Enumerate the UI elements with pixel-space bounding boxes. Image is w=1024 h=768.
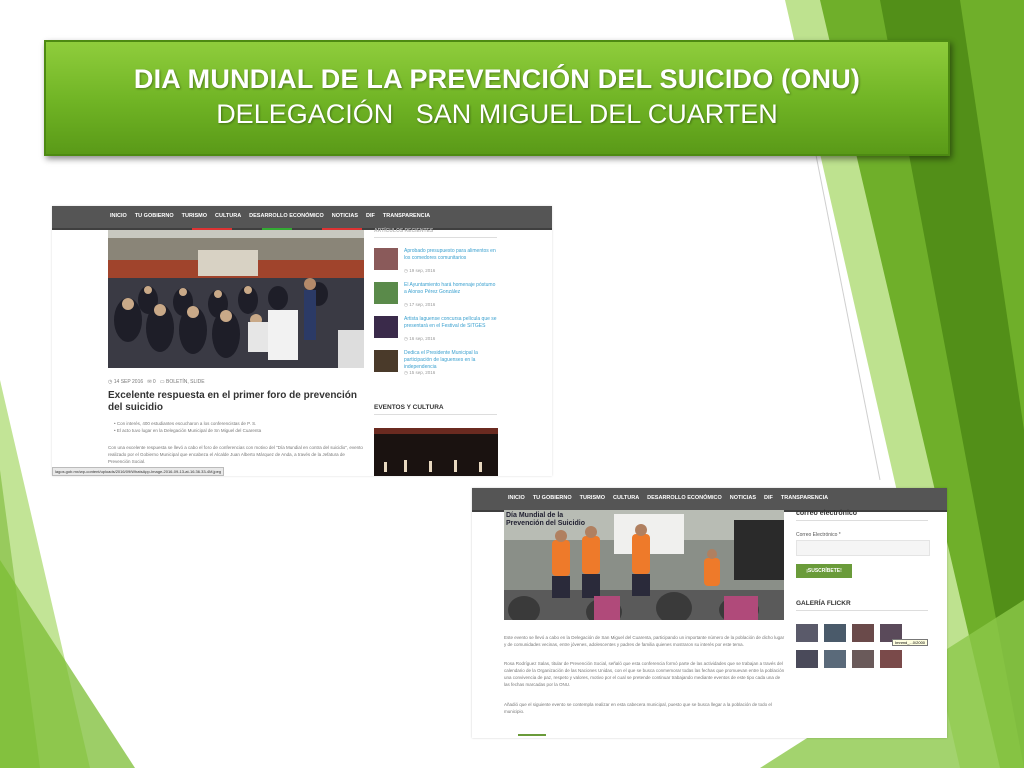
slide-subtitle: DELEGACIÓN SAN MIGUEL DEL CUARTEN xyxy=(216,99,778,129)
recent-article-date: ◷ 17 sep, 2016 xyxy=(404,302,436,307)
slide-title: DIA MUNDIAL DE LA PREVENCIÓN DEL SUICIDO… xyxy=(133,64,861,94)
recent-article-link[interactable]: Artista laguense concursa película que s… xyxy=(404,316,499,330)
flickr-thumbnail[interactable] xyxy=(880,650,902,668)
email-field[interactable] xyxy=(796,540,930,556)
tooltip: Imnmd_...0/2000 xyxy=(892,639,929,646)
article-thumbnail xyxy=(374,316,398,338)
nav-inicio[interactable]: INICIO xyxy=(508,495,525,501)
recent-article-date: ◷ 15 sep, 2016 xyxy=(404,370,436,375)
nav-noticias[interactable]: NOTICIAS xyxy=(730,495,756,501)
article-thumbnail xyxy=(374,282,398,304)
nav-turismo[interactable]: TURISMO xyxy=(182,213,207,219)
article-date: 14 SEP 2016 xyxy=(113,379,144,385)
nav-dif[interactable]: DIF xyxy=(764,495,773,501)
nav-tu-gobierno[interactable]: TU GOBIERNO xyxy=(135,213,174,219)
article-bullets: • Con interés, 400 estudiantes escucharo… xyxy=(114,420,364,434)
email-label: Correo Electrónico * xyxy=(796,532,841,538)
article-thumbnail xyxy=(374,350,398,372)
nav-inicio[interactable]: INICIO xyxy=(110,213,127,219)
article-thumbnail xyxy=(374,248,398,270)
flickr-thumbnail[interactable] xyxy=(796,624,818,642)
event-photo-speakers: Día Mundial de la Prevención del Suicidi… xyxy=(504,510,784,620)
clock-icon: ◷ xyxy=(108,379,113,385)
article-meta: ◷ 14 SEP 2016 ✉ 0 ▭ BOLETÍN, SLIDE xyxy=(108,379,205,385)
photo-banner-text: Día Mundial de la Prevención del Suicidi… xyxy=(506,512,585,527)
bullet-item: • Con interés, 400 estudiantes escucharo… xyxy=(114,421,257,426)
recent-article-date: ◷ 19 sep, 2016 xyxy=(404,268,436,273)
article-comments[interactable]: 0 xyxy=(153,379,156,385)
nav-cultura[interactable]: CULTURA xyxy=(215,213,241,219)
events-photo xyxy=(374,428,498,476)
subscribe-button[interactable]: ¡SUSCRÍBETE! xyxy=(796,564,852,578)
event-photo-audience xyxy=(108,230,364,368)
status-url-bar: lagos.gob.mx/wp-content/uploads/2016/09/… xyxy=(52,467,225,476)
nav-desarrollo[interactable]: DESARROLLO ECONÓMICO xyxy=(249,213,324,219)
nav-transparencia[interactable]: TRANSPARENCIA xyxy=(383,213,430,219)
article-category[interactable]: BOLETÍN, SLIDE xyxy=(166,379,205,385)
article-paragraph: Este evento se llevó a cabo en la Delega… xyxy=(504,635,785,647)
website-screenshot-article: INICIO TU GOBIERNO TURISMO CULTURA DESAR… xyxy=(52,206,552,476)
article-paragraph: Con una excelente respuesta se llevó a c… xyxy=(108,445,363,464)
comment-icon: ✉ xyxy=(147,379,152,385)
recent-articles-heading: ARTÍCULOS RECIENTES xyxy=(374,228,497,238)
recent-article-date: ◷ 16 sep, 2016 xyxy=(404,336,436,341)
nav-noticias[interactable]: NOTICIAS xyxy=(332,213,358,219)
nav-menu: INICIO TU GOBIERNO TURISMO CULTURA DESAR… xyxy=(508,495,828,501)
site-navbar: INICIO TU GOBIERNO TURISMO CULTURA DESAR… xyxy=(52,206,552,230)
flickr-thumbnail[interactable] xyxy=(824,624,846,642)
website-screenshot-event: INICIO TU GOBIERNO TURISMO CULTURA DESAR… xyxy=(472,488,947,738)
nav-dif[interactable]: DIF xyxy=(366,213,375,219)
recent-article-item[interactable]: Artista laguense concursa película que s… xyxy=(374,316,499,346)
recent-article-link[interactable]: El Ayuntamiento hará homenaje póstumo a … xyxy=(404,282,499,296)
article-paragraph: Rosa Rodríguez Salas, titular de Prevenc… xyxy=(504,661,785,687)
divider xyxy=(518,734,546,736)
article-paragraph: Añadió que el siguiente evento se contem… xyxy=(504,702,772,714)
recent-article-item[interactable]: Dedica el Presidente Municipal la partic… xyxy=(374,350,499,380)
recent-article-link[interactable]: Aprobado presupuesto para alimentos en l… xyxy=(404,248,499,262)
flickr-thumbnail[interactable] xyxy=(824,650,846,668)
nav-transparencia[interactable]: TRANSPARENCIA xyxy=(781,495,828,501)
recent-article-item[interactable]: Aprobado presupuesto para alimentos en l… xyxy=(374,248,499,278)
site-navbar: INICIO TU GOBIERNO TURISMO CULTURA DESAR… xyxy=(472,488,947,512)
bullet-item: • El acto tuvo lugar en la Delegación Mu… xyxy=(114,428,262,433)
nav-menu: INICIO TU GOBIERNO TURISMO CULTURA DESAR… xyxy=(110,213,430,219)
article-headline[interactable]: Excelente respuesta en el primer foro de… xyxy=(108,390,368,414)
nav-tu-gobierno[interactable]: TU GOBIERNO xyxy=(533,495,572,501)
nav-desarrollo[interactable]: DESARROLLO ECONÓMICO xyxy=(647,495,722,501)
recent-article-link[interactable]: Dedica el Presidente Municipal la partic… xyxy=(404,350,499,371)
folder-icon: ▭ xyxy=(159,379,165,385)
flickr-gallery-heading: GALERÍA FLICKR xyxy=(796,600,928,611)
nav-cultura[interactable]: CULTURA xyxy=(613,495,639,501)
recent-article-item[interactable]: El Ayuntamiento hará homenaje póstumo a … xyxy=(374,282,499,312)
nav-turismo[interactable]: TURISMO xyxy=(580,495,605,501)
title-banner: DIA MUNDIAL DE LA PREVENCIÓN DEL SUICIDO… xyxy=(44,40,950,156)
events-heading: EVENTOS Y CULTURA xyxy=(374,404,497,415)
flickr-thumbnail[interactable] xyxy=(796,650,818,668)
flickr-thumbnail[interactable] xyxy=(852,650,874,668)
newsletter-heading: correo electrónico xyxy=(796,510,928,521)
flickr-thumbnail[interactable] xyxy=(852,624,874,642)
